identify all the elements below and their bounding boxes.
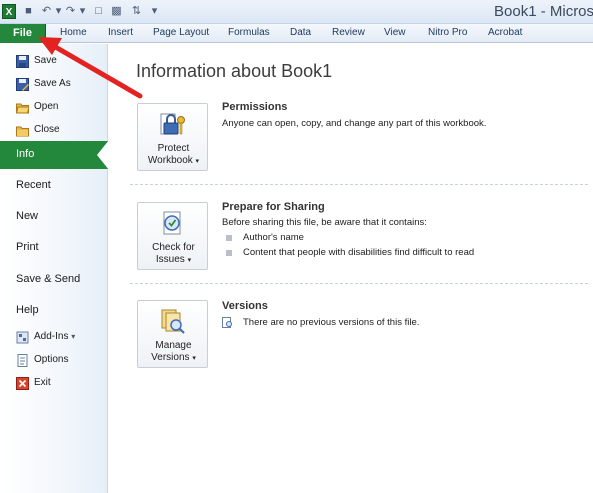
lock-key-icon: [160, 113, 185, 135]
sharing-bullet-accessibility: Content that people with disabilities fi…: [243, 247, 475, 258]
add-ins-text: Add-Ins: [34, 331, 69, 342]
open-button[interactable]: Open: [0, 98, 108, 118]
save-icon: [16, 55, 29, 68]
nav-info[interactable]: Info: [0, 141, 108, 169]
tab-data[interactable]: Data: [290, 27, 311, 38]
tab-formulas[interactable]: Formulas: [228, 27, 270, 38]
save-as-label: Save As: [34, 78, 71, 89]
tab-page-layout[interactable]: Page Layout: [153, 27, 209, 38]
save-button[interactable]: Save: [0, 52, 108, 72]
manage-versions-icon: [161, 309, 185, 334]
tab-view[interactable]: View: [384, 27, 406, 38]
title-bar: X ■ ↶ ▾ ↷ ▾ □ ▩ ⇅ ▾ Book1 - Microsoft: [0, 0, 593, 24]
check-issues-line2: Issues ▾: [138, 254, 209, 267]
protect-workbook-line1: Protect: [157, 143, 190, 154]
qat-customize-icon[interactable]: ▾: [148, 5, 161, 18]
versions-text: There are no previous versions of this f…: [243, 317, 420, 328]
open-folder-icon: [16, 103, 29, 114]
options-label: Options: [34, 354, 69, 365]
chevron-down-icon: ▾: [192, 355, 196, 362]
nav-info-label: Info: [16, 148, 35, 160]
tab-acrobat[interactable]: Acrobat: [488, 27, 522, 38]
page-title: Information about Book1: [136, 61, 333, 81]
excel-app-icon[interactable]: X: [2, 4, 16, 19]
close-label: Close: [34, 124, 60, 135]
nav-help-label: Help: [16, 304, 39, 316]
manage-versions-line2: Versions ▾: [138, 352, 209, 365]
nav-new[interactable]: New: [0, 203, 108, 231]
check-issues-line1: Check for: [152, 242, 195, 253]
open-label: Open: [34, 101, 59, 112]
save-label: Save: [34, 55, 57, 66]
version-document-icon: [222, 317, 232, 328]
protect-workbook-text: Workbook: [147, 155, 193, 166]
close-folder-icon: [16, 126, 29, 137]
ribbon-tab-row: File Home Insert Page Layout Formulas Da…: [0, 24, 593, 43]
manage-versions-line1: Manage: [155, 340, 192, 351]
sharing-heading: Prepare for Sharing: [222, 201, 325, 213]
backstage-nav: Save Save As Open Close Info Recent New …: [0, 44, 108, 493]
sharing-text: Before sharing this file, be aware that …: [222, 217, 427, 228]
manage-versions-button[interactable]: Manage Versions ▾: [137, 300, 208, 368]
permissions-text: Anyone can open, copy, and change any pa…: [222, 118, 487, 129]
section-divider: [130, 184, 588, 185]
nav-save-send[interactable]: Save & Send: [0, 266, 108, 294]
nav-print-label: Print: [16, 241, 39, 253]
chevron-down-icon: ▾: [195, 158, 200, 165]
tab-file[interactable]: File: [0, 24, 46, 43]
window-title: Book1 - Microsoft: [494, 3, 593, 20]
options-button[interactable]: Options: [0, 351, 108, 371]
qat-print-preview-icon[interactable]: □: [92, 5, 105, 18]
nav-recent-label: Recent: [16, 179, 51, 191]
selected-nav-pointer: [97, 140, 109, 170]
tab-home[interactable]: Home: [60, 27, 87, 38]
protect-workbook-button[interactable]: Protect Workbook ▾: [137, 103, 208, 171]
add-ins-icon: [16, 331, 29, 344]
qat-sort-icon[interactable]: ⇅: [130, 5, 143, 18]
nav-new-label: New: [16, 210, 39, 222]
add-ins-button[interactable]: Add-Ins ▾: [0, 328, 108, 348]
section-divider: [130, 283, 588, 284]
chevron-down-icon: ▾: [187, 257, 192, 264]
nav-help[interactable]: Help: [0, 297, 108, 325]
check-issues-text: Issues: [155, 254, 185, 265]
qat-redo-dropdown-icon[interactable]: ▾: [76, 5, 89, 18]
bullet-icon: [226, 235, 232, 241]
add-ins-label: Add-Ins ▾: [34, 331, 75, 342]
protect-workbook-line2: Workbook ▾: [138, 155, 209, 168]
nav-recent[interactable]: Recent: [0, 172, 108, 200]
exit-icon: [16, 377, 29, 390]
versions-heading: Versions: [222, 300, 268, 312]
options-icon: [17, 354, 28, 367]
qat-save-icon[interactable]: ■: [22, 5, 35, 18]
bullet-icon: [226, 250, 232, 256]
check-for-issues-button[interactable]: Check for Issues ▾: [137, 202, 208, 270]
sharing-bullet-author: Author's name: [243, 232, 304, 243]
nav-print[interactable]: Print: [0, 234, 108, 262]
tab-review[interactable]: Review: [332, 27, 365, 38]
chevron-down-icon: ▾: [71, 332, 76, 341]
close-button[interactable]: Close: [0, 121, 108, 141]
exit-label: Exit: [34, 377, 51, 388]
qat-quick-print-icon[interactable]: ▩: [110, 5, 123, 18]
manage-versions-text: Versions: [151, 352, 190, 363]
permissions-heading: Permissions: [222, 101, 288, 113]
tab-insert[interactable]: Insert: [108, 27, 133, 38]
save-as-button[interactable]: Save As: [0, 75, 108, 95]
nav-save-send-label: Save & Send: [16, 273, 81, 285]
check-issues-icon: [163, 211, 181, 235]
exit-button[interactable]: Exit: [0, 374, 108, 394]
tab-nitro-pro[interactable]: Nitro Pro: [428, 27, 467, 38]
save-as-icon: [16, 78, 29, 91]
